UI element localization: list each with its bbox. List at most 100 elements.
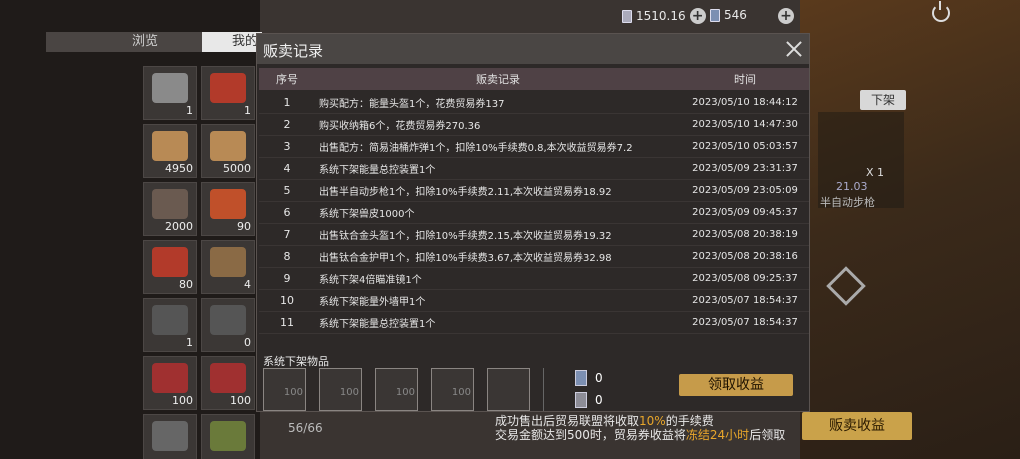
sale-records-dialog: 贩卖记录 序号 贩卖记录 时间 1 购买配方：能量头盔1个，花费贸易券137 202… — [256, 33, 810, 412]
unmounted-slot[interactable]: 100 — [375, 368, 418, 411]
item-count: 80 — [179, 278, 193, 291]
item-icon — [152, 421, 188, 451]
row-record: 购买配方：能量头盔1个，花费贸易券137 — [319, 99, 505, 110]
voucher-b: 0 — [575, 392, 603, 408]
inventory-slot[interactable] — [143, 414, 197, 459]
row-number: 11 — [280, 316, 294, 329]
inventory-slot[interactable]: 2000 — [143, 182, 197, 236]
row-number: 3 — [283, 140, 291, 153]
item-count: 1 — [244, 104, 251, 117]
plus-icon[interactable]: + — [778, 8, 794, 24]
item-count: 2000 — [165, 220, 193, 233]
row-time: 2023/05/10 14:47:30 — [692, 119, 798, 130]
row-record: 系统下架能量外墙甲1个 — [319, 297, 426, 308]
inventory-slot[interactable]: 1 — [201, 66, 255, 120]
inventory-slot[interactable]: 1 — [143, 66, 197, 120]
row-record: 出售半自动步枪1个，扣除10%手续费2.11,本次收益贸易券18.92 — [319, 187, 612, 198]
inventory-slot[interactable]: 5000 — [201, 124, 255, 178]
slot-count: 100 — [395, 387, 415, 398]
freeze-duration: 冻结24小时 — [685, 428, 750, 442]
tab-mine[interactable]: 我的 — [202, 32, 262, 52]
slot-count: 100 — [451, 387, 471, 398]
tab-browse[interactable]: 浏览 — [46, 32, 202, 52]
inventory-slot[interactable]: 4950 — [143, 124, 197, 178]
inventory-slot[interactable]: 4 — [201, 240, 255, 294]
top-bar: 1510.16 + 546 + — [0, 0, 1020, 32]
row-record: 购买收纳箱6个，花费贸易券270.36 — [319, 121, 481, 132]
row-time: 2023/05/08 09:25:37 — [692, 273, 798, 284]
inventory-slot[interactable]: 1 — [143, 298, 197, 352]
row-time: 2023/05/07 18:54:37 — [692, 295, 798, 306]
unmounted-slot[interactable]: 100 — [431, 368, 474, 411]
row-number: 6 — [283, 206, 291, 219]
table-row: 6 系统下架兽皮1000个 2023/05/09 09:45:37 — [259, 202, 809, 224]
coin-amount: 546 — [724, 8, 747, 22]
row-number: 8 — [283, 250, 291, 263]
row-number: 7 — [283, 228, 291, 241]
unmounted-slot[interactable]: 100 — [263, 368, 306, 411]
table-row: 2 购买收纳箱6个，花费贸易券270.36 2023/05/10 14:47:30 — [259, 114, 809, 136]
records-list[interactable]: 1 购买配方：能量头盔1个，花费贸易券137 2023/05/10 18:44:12… — [259, 92, 809, 345]
item-icon — [210, 421, 246, 451]
freeze-text: 交易金额达到500时，贸易券收益将 — [495, 428, 686, 442]
item-count: 1 — [186, 104, 193, 117]
divider — [543, 368, 544, 411]
item-icon — [152, 247, 188, 277]
coin-icon — [710, 8, 720, 22]
row-record: 系统下架能量总控装置1个 — [319, 319, 436, 330]
coin-icon — [575, 370, 587, 386]
row-number: 2 — [283, 118, 291, 131]
inventory-slot[interactable]: 90 — [201, 182, 255, 236]
inventory-slot[interactable]: 0 — [201, 298, 255, 352]
row-number: 4 — [283, 162, 291, 175]
voucher-currency: 1510.16 + — [622, 8, 706, 24]
slot-count: 100 — [339, 387, 359, 398]
row-time: 2023/05/07 18:54:37 — [692, 317, 798, 328]
item-qty: X 1 — [865, 166, 884, 179]
bg-tabs: 浏览 我的 — [46, 32, 262, 52]
column-no: 序号 — [276, 73, 298, 86]
unmounted-slot[interactable] — [487, 368, 530, 411]
row-record: 系统下架能量总控装置1个 — [319, 165, 436, 176]
item-count: 1 — [186, 336, 193, 349]
row-time: 2023/05/09 23:05:09 — [692, 185, 798, 196]
dialog-title: 贩卖记录 — [263, 42, 324, 60]
row-record: 系统下架4倍瞄准镜1个 — [319, 275, 422, 286]
system-unmount-label: 系统下架物品 — [263, 355, 329, 368]
row-time: 2023/05/10 05:03:57 — [692, 141, 798, 152]
table-header: 序号 贩卖记录 时间 — [259, 68, 809, 90]
freeze-text-end: 后领取 — [749, 428, 786, 442]
inventory-grid: 1 1 4950 5000 2000 90 80 4 1 0 100 100 — [143, 66, 257, 459]
column-record: 贩卖记录 — [476, 73, 520, 86]
unmounted-slot[interactable]: 100 — [319, 368, 362, 411]
sell-income-button[interactable]: 贩卖收益 — [802, 412, 912, 440]
row-time: 2023/05/08 20:38:19 — [692, 229, 798, 240]
inventory-slot[interactable] — [201, 414, 255, 459]
close-icon[interactable] — [785, 40, 803, 58]
table-row: 10 系统下架能量外墙甲1个 2023/05/07 18:54:37 — [259, 290, 809, 312]
voucher-b-value: 0 — [595, 393, 603, 407]
table-row: 7 出售钛合金头盔1个，扣除10%手续费2.15,本次收益贸易券19.32 2023… — [259, 224, 809, 246]
inventory-capacity: 56/66 — [288, 421, 323, 435]
item-count: 4950 — [165, 162, 193, 175]
table-row: 3 出售配方：简易油桶炸弹1个，扣除10%手续费0.8,本次收益贸易券7.2 202… — [259, 136, 809, 158]
inventory-slot[interactable]: 100 — [201, 356, 255, 410]
inventory-slot[interactable]: 80 — [143, 240, 197, 294]
claim-income-button[interactable]: 领取收益 — [679, 374, 793, 396]
row-time: 2023/05/09 09:45:37 — [692, 207, 798, 218]
item-icon — [152, 363, 188, 393]
item-count: 100 — [172, 394, 193, 407]
fee-notice: 成功售出后贸易联盟将收取10%的手续费 交易金额达到500时，贸易券收益将冻结2… — [495, 414, 785, 442]
unmount-button[interactable]: 下架 — [860, 90, 906, 110]
listed-item-card[interactable]: X 1 21.03 半自动步枪 — [818, 112, 904, 209]
item-icon — [210, 247, 246, 277]
item-price: 21.03 — [836, 180, 868, 193]
item-icon — [210, 189, 246, 219]
inventory-slot[interactable]: 100 — [143, 356, 197, 410]
slot-count: 100 — [283, 387, 303, 398]
dialog-header: 贩卖记录 — [257, 34, 809, 64]
plus-icon[interactable]: + — [689, 8, 706, 24]
power-icon[interactable] — [932, 1, 950, 22]
item-count: 100 — [230, 394, 251, 407]
item-icon — [210, 305, 246, 335]
